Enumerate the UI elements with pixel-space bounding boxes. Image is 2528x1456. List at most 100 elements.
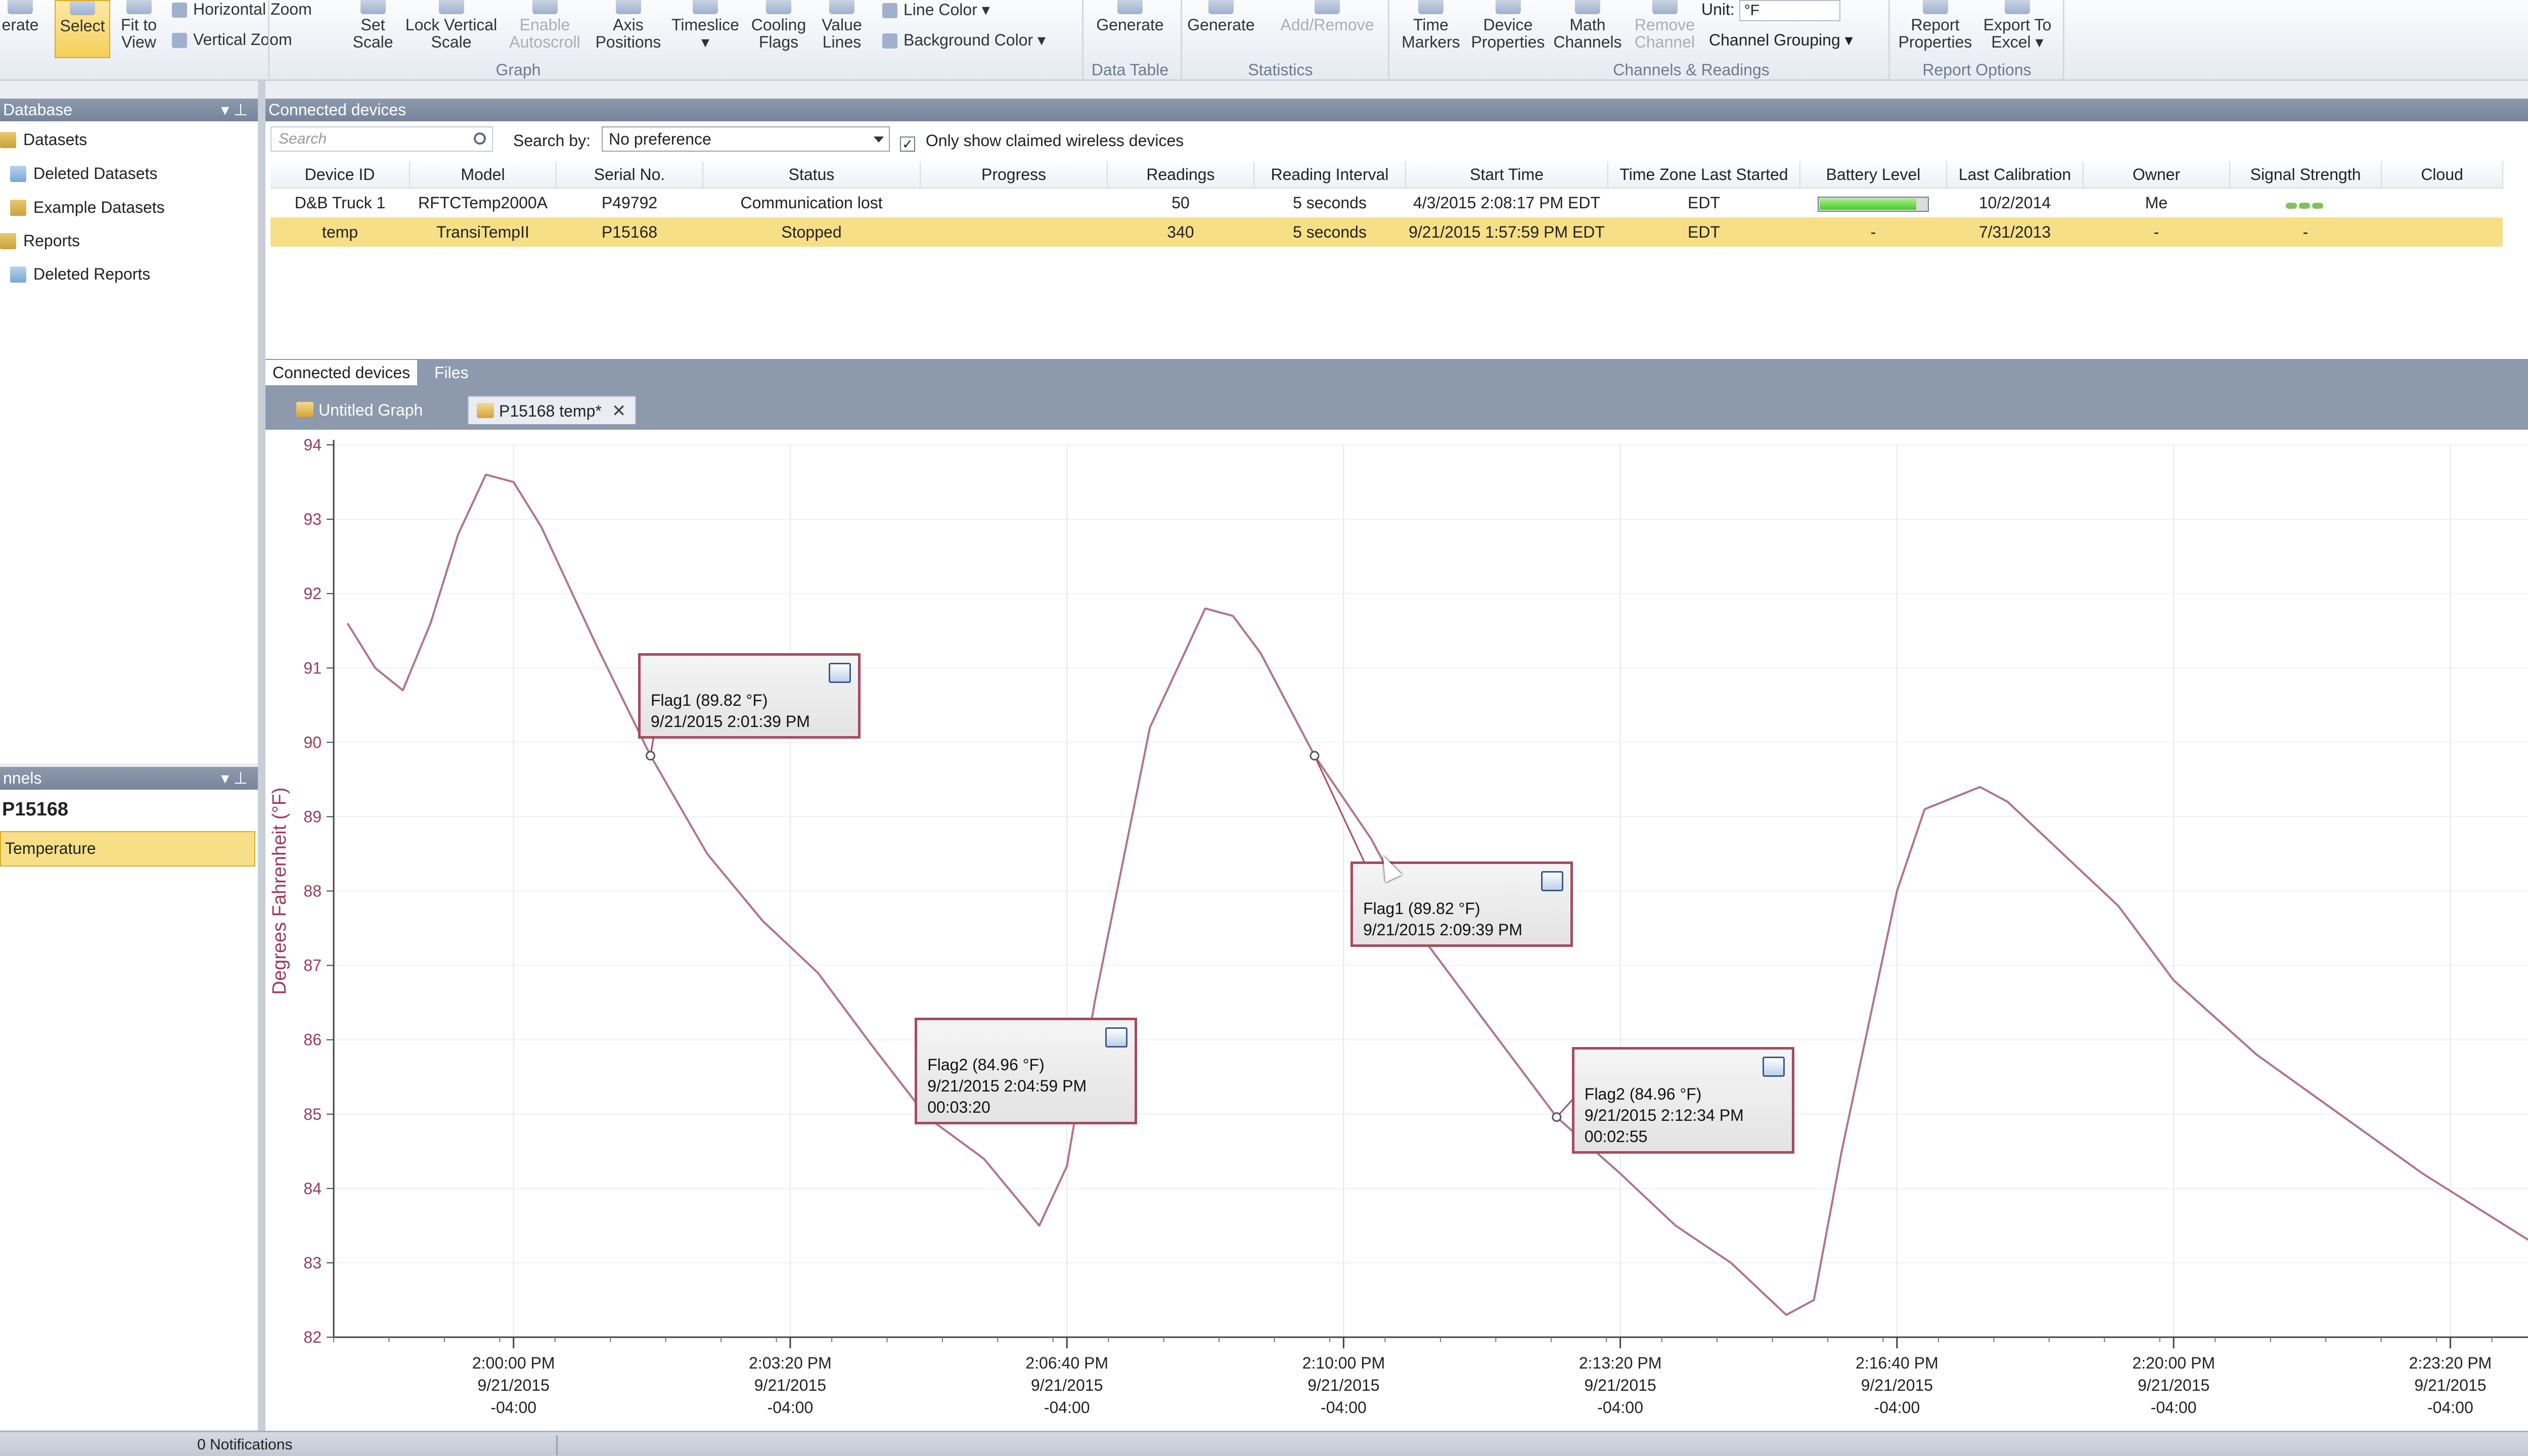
search-icon[interactable]: [474, 132, 486, 145]
panel-splitter[interactable]: [258, 81, 265, 1431]
timeslice-label: Timeslice ▾: [671, 16, 739, 51]
flag-text: 9/21/2015 2:04:59 PM: [927, 1076, 1087, 1095]
add-remove-button[interactable]: Add/Remove: [1269, 0, 1385, 58]
cooling-flags-button[interactable]: Cooling Flags: [746, 0, 811, 58]
flag-text: 9/21/2015 2:12:34 PM: [1584, 1106, 1744, 1125]
panel-pin-icon[interactable]: ▾ ⊥: [221, 767, 248, 790]
column-header[interactable]: Model: [410, 162, 557, 189]
search-by-select[interactable]: No preference: [602, 126, 890, 152]
column-header[interactable]: Last Calibration: [1947, 162, 2084, 189]
flag-callout[interactable]: Flag2 (84.96 °F) 9/21/2015 2:12:34 PM 00:0…: [1571, 1047, 1794, 1154]
axis-positions-button[interactable]: Axis Positions: [592, 0, 665, 58]
ribbon-separator: [268, 0, 269, 81]
device-properties-button[interactable]: Device Properties: [1466, 0, 1550, 58]
statistics-generate-button[interactable]: Generate: [1178, 0, 1264, 58]
x-tick-label: 9/21/2015: [754, 1376, 826, 1394]
subtab-connected-devices[interactable]: Connected devices: [265, 360, 418, 385]
column-header[interactable]: Readings: [1107, 162, 1254, 189]
column-header[interactable]: Time Zone Last Started: [1608, 162, 1800, 189]
column-header[interactable]: Device ID: [270, 162, 410, 189]
connected-devices-title: Connected devices: [268, 101, 407, 119]
table-header-row: Device ID Model Serial No. Status Progress Re…: [270, 162, 2503, 189]
table-cell: 4/3/2015 2:08:17 PM EDT: [1413, 194, 1600, 212]
doc-tab[interactable]: P15168 temp* ✕: [468, 396, 637, 425]
channel-item-temperature[interactable]: Temperature: [0, 831, 255, 867]
flag-callout[interactable]: Flag1 (89.82 °F) 9/21/2015 2:01:39 PM: [638, 653, 861, 739]
pin-icon[interactable]: [1762, 1057, 1785, 1077]
only-claimed-checkbox[interactable]: ✓ Only show claimed wireless devices: [900, 131, 1184, 152]
math-channels-button[interactable]: Math Channels: [1550, 0, 1626, 58]
subtab-files[interactable]: Files: [427, 360, 476, 385]
tree-item[interactable]: Deleted Reports: [10, 265, 150, 284]
flag-text: Flag1 (89.82 °F): [1363, 899, 1480, 918]
data-table-generate-button[interactable]: Generate: [1087, 0, 1173, 58]
notifications-count[interactable]: 0 Notifications: [197, 1432, 292, 1456]
x-tick-label: 2:20:00 PM: [2132, 1354, 2215, 1372]
enable-autoscroll-button[interactable]: Enable Autoscroll: [501, 0, 589, 58]
set-scale-button[interactable]: Set Scale: [344, 0, 402, 58]
pin-icon[interactable]: [1105, 1027, 1128, 1048]
generate-left-button[interactable]: erate: [0, 0, 40, 58]
table-row[interactable]: temp TransiTempII P15168 Stopped 340 5 second…: [270, 217, 2503, 247]
lock-vertical-scale-button[interactable]: Lock Vertical Scale: [402, 0, 501, 58]
pin-icon[interactable]: [1541, 871, 1564, 891]
flag-text: 9/21/2015 2:09:39 PM: [1363, 920, 1522, 939]
line-color-button[interactable]: Line Color ▾: [882, 0, 990, 19]
flag-point[interactable]: [646, 751, 656, 761]
y-tick-label: 94: [303, 436, 322, 454]
close-icon[interactable]: ✕: [612, 397, 626, 425]
remove-channel-button[interactable]: Remove Channel: [1626, 0, 1704, 58]
tree-item[interactable]: Deleted Datasets: [10, 164, 157, 183]
fit-to-view-button[interactable]: Fit to View: [112, 0, 165, 58]
tree-item[interactable]: Example Datasets: [10, 198, 165, 217]
column-header[interactable]: Progress: [920, 162, 1108, 189]
channel-grouping-dropdown[interactable]: Channel Grouping ▾: [1709, 30, 1853, 50]
time-markers-button[interactable]: Time Markers: [1393, 0, 1469, 58]
tree-item[interactable]: Reports: [0, 232, 80, 250]
folder-icon: [10, 200, 26, 216]
column-header[interactable]: Reading Interval: [1254, 162, 1406, 189]
doc-tab[interactable]: Untitled Graph: [288, 396, 432, 424]
search-input[interactable]: Search: [270, 126, 493, 152]
unit-select[interactable]: °F: [1739, 0, 1840, 21]
select-button[interactable]: Select: [55, 0, 110, 58]
x-tick-label: -04:00: [1597, 1398, 1643, 1417]
table-cell: temp: [270, 217, 410, 247]
pin-icon[interactable]: [828, 662, 851, 683]
horizontal-zoom-button[interactable]: Horizontal Zoom: [172, 0, 312, 19]
column-header[interactable]: Owner: [2083, 162, 2230, 189]
background-color-button[interactable]: Background Color ▾: [882, 30, 1046, 50]
flag-text: 00:03:20: [927, 1098, 990, 1116]
ribbon-group-label: Data Table: [1091, 61, 1169, 79]
vertical-zoom-button[interactable]: Vertical Zoom: [172, 30, 292, 49]
report-properties-button[interactable]: Report Properties: [1893, 0, 1977, 58]
value-lines-button[interactable]: Value Lines: [811, 0, 872, 58]
y-tick-label: 90: [303, 733, 322, 751]
table-cell: [2381, 217, 2503, 247]
column-header[interactable]: Signal Strength: [2230, 162, 2382, 189]
table-row[interactable]: D&B Truck 1 RFTCTemp2000A P49792 Communicat…: [270, 188, 2503, 217]
tree-item[interactable]: Datasets: [0, 130, 87, 149]
timeslice-button[interactable]: Timeslice ▾: [667, 0, 743, 58]
checkbox-checked-icon[interactable]: ✓: [900, 136, 915, 152]
table-cell: EDT: [1608, 217, 1800, 247]
export-to-excel-button[interactable]: Export To Excel ▾: [1977, 0, 2058, 58]
database-panel-header[interactable]: Database ▾ ⊥: [0, 99, 258, 121]
table-cell: -: [2083, 217, 2230, 247]
column-header[interactable]: Battery Level: [1800, 162, 1947, 189]
flag-point[interactable]: [1552, 1112, 1562, 1122]
time-markers-label: Time Markers: [1402, 16, 1460, 51]
graph-area[interactable]: 82 83 84 85 86 87 88 89 90 91 92 93 94 2:00:00 PM 9/21…: [265, 430, 2528, 1441]
channel-item-label: Temperature: [5, 839, 96, 857]
table-cell: 50: [1171, 194, 1190, 212]
doc-tab-label: P15168 temp*: [499, 402, 602, 420]
column-header[interactable]: Cloud: [2381, 162, 2503, 189]
flag-callout[interactable]: Flag2 (84.96 °F) 9/21/2015 2:04:59 PM 00:0…: [915, 1017, 1138, 1124]
column-header[interactable]: Serial No.: [556, 162, 703, 189]
channels-panel-header[interactable]: nnels ▾ ⊥: [0, 767, 258, 790]
flag-point[interactable]: [1310, 751, 1320, 761]
x-tick-label: 2:03:20 PM: [749, 1354, 832, 1372]
column-header[interactable]: Start Time: [1406, 162, 1608, 189]
column-header[interactable]: Status: [703, 162, 921, 189]
panel-pin-icon[interactable]: ▾ ⊥: [221, 99, 248, 121]
